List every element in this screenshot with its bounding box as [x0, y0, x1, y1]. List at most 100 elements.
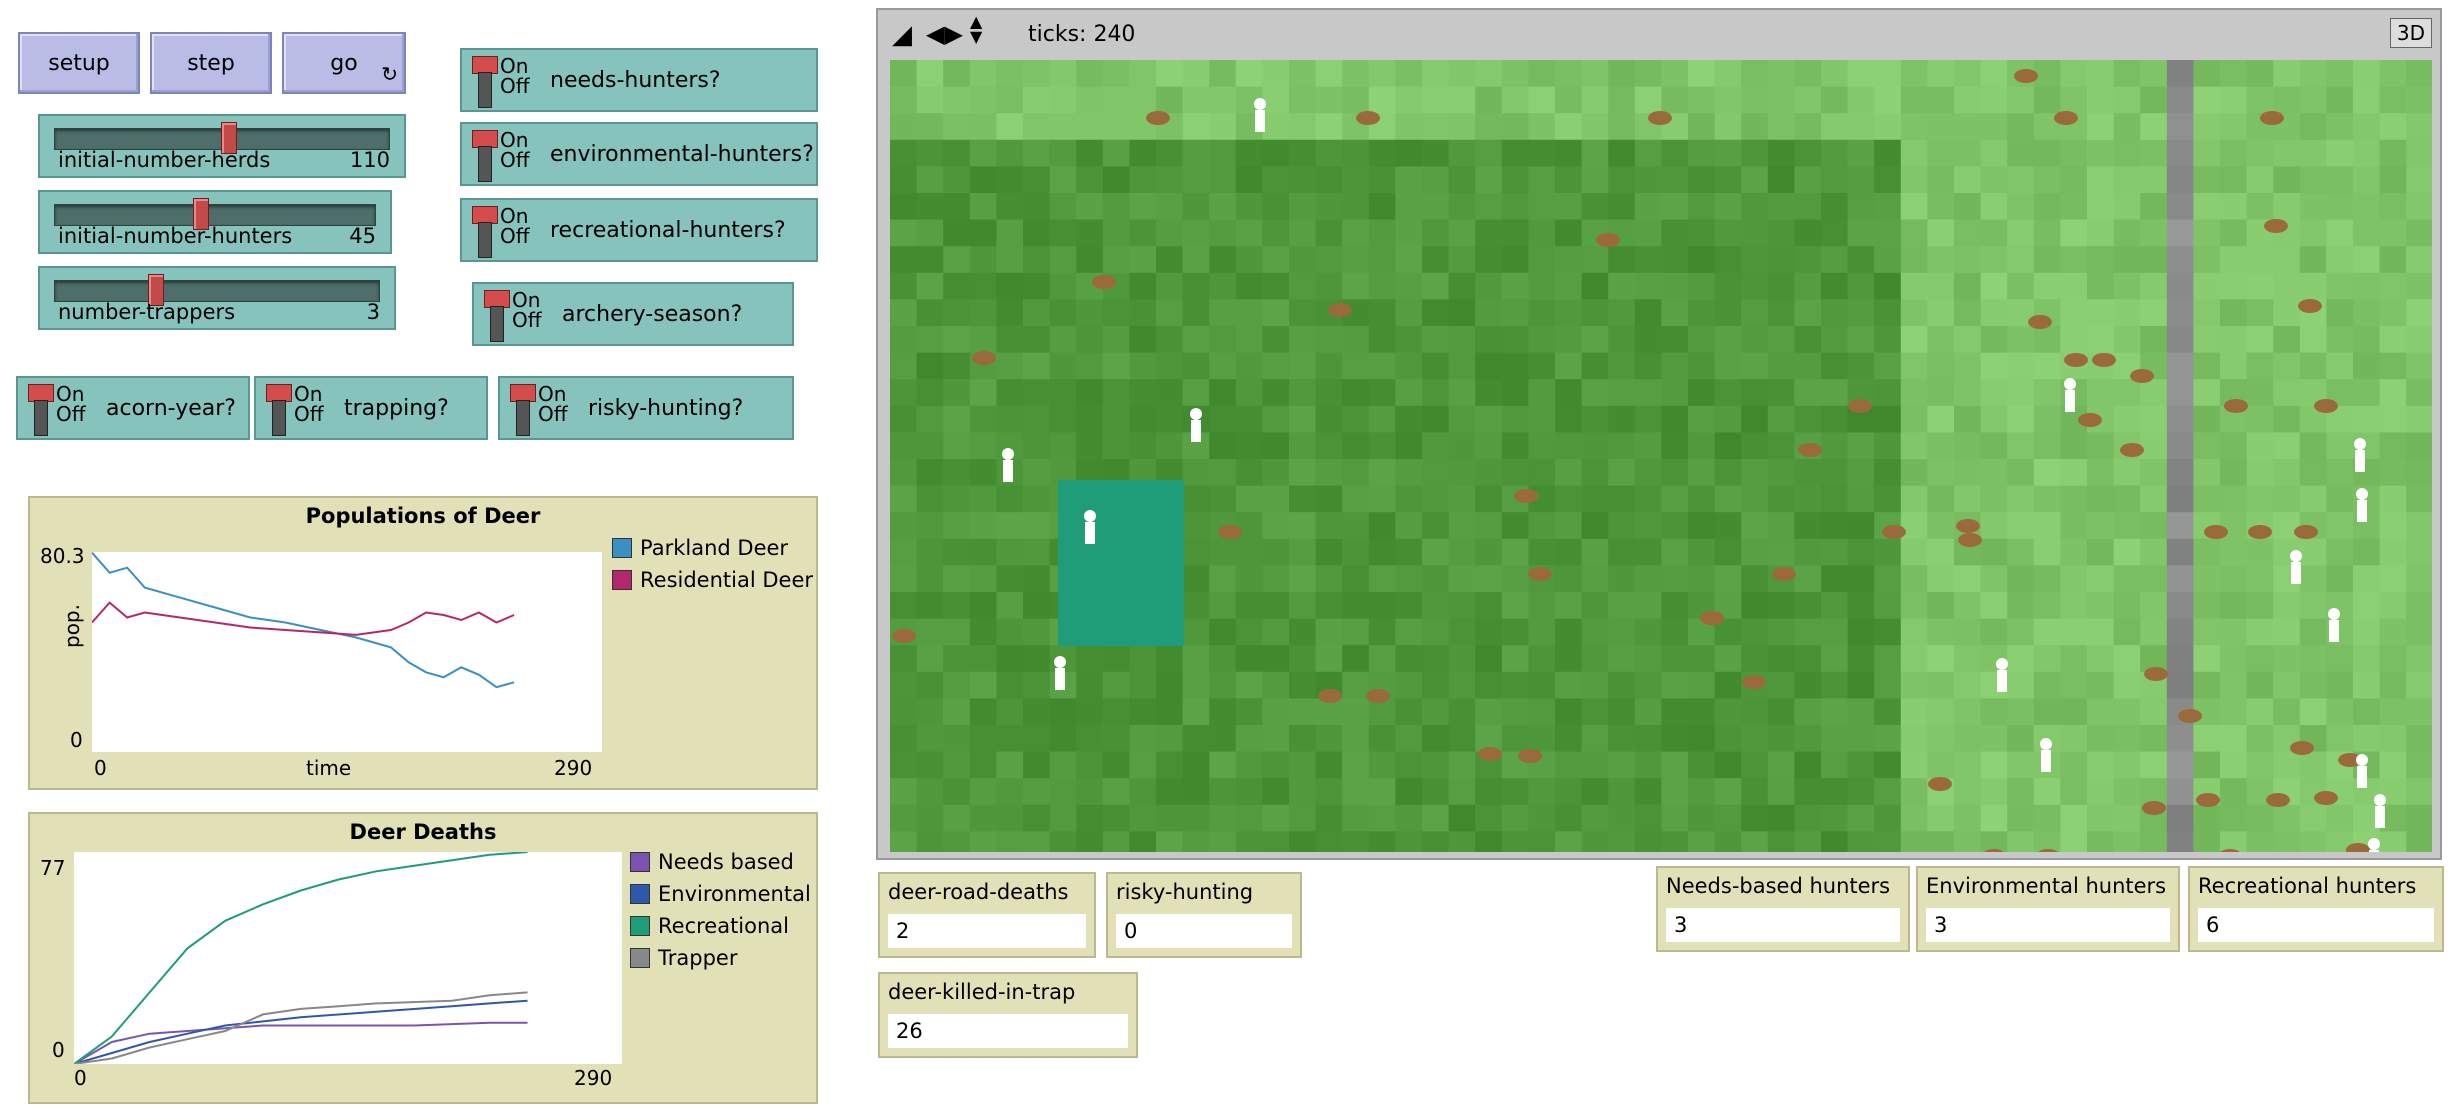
horizontal-arrows-icon[interactable]: ◀▶: [926, 20, 963, 48]
patch: [916, 379, 945, 407]
patch: [1076, 326, 1104, 354]
patch: [1741, 459, 1769, 487]
patch: [2406, 299, 2432, 327]
patch: [2299, 485, 2328, 514]
patch: [1475, 405, 1503, 434]
patch: [2060, 246, 2088, 274]
toggle-knob-icon[interactable]: [266, 384, 292, 436]
patch: [1049, 299, 1078, 327]
patch: [2299, 751, 2328, 780]
patch: [1980, 219, 2009, 248]
patch: [1528, 60, 1556, 88]
patch: [1023, 113, 1051, 141]
slider-value: 45: [349, 224, 376, 248]
patch: [1262, 804, 1290, 833]
switch-environmental-hunters[interactable]: On Off environmental-hunters?: [460, 122, 818, 186]
patch: [1395, 326, 1423, 354]
patch: [2033, 246, 2062, 274]
switch-acorn-year[interactable]: On Off acorn-year?: [16, 376, 250, 440]
setup-button[interactable]: setup: [18, 32, 140, 94]
patch: [1954, 725, 1982, 753]
switch-needs-hunters[interactable]: On Off needs-hunters?: [460, 48, 818, 112]
patch: [1688, 751, 1716, 780]
toggle-knob-icon[interactable]: [472, 56, 498, 108]
patch: [1688, 671, 1716, 700]
patch: [1129, 645, 1157, 673]
switch-recreational-hunters[interactable]: On Off recreational-hunters?: [460, 198, 818, 262]
patch: [943, 113, 971, 141]
vertical-arrows-icon[interactable]: ▲ ▼: [970, 14, 982, 45]
patch: [2140, 326, 2168, 354]
slider-track[interactable]: [54, 280, 380, 302]
patch: [2246, 139, 2275, 168]
patch: [1927, 512, 1955, 540]
switch-trapping[interactable]: On Off trapping?: [254, 376, 488, 440]
patch: [1475, 432, 1503, 460]
patch: [2193, 432, 2221, 460]
slider-track[interactable]: [54, 204, 376, 226]
patch: [1555, 645, 1583, 673]
step-button[interactable]: step: [150, 32, 272, 94]
patch: [2166, 246, 2195, 274]
patch: [2007, 272, 2035, 301]
patch: [1156, 804, 1184, 833]
patch: [1395, 592, 1423, 620]
toggle-knob-icon[interactable]: [472, 206, 498, 258]
patch: [2113, 618, 2142, 647]
go-button[interactable]: go ↻: [282, 32, 406, 94]
patch: [1954, 326, 1982, 354]
patch: [1422, 512, 1450, 540]
patch: [2299, 113, 2328, 141]
hunter-icon: [2354, 438, 2366, 450]
toggle-knob-icon[interactable]: [510, 384, 536, 436]
patch: [1395, 804, 1423, 833]
patch: [2033, 326, 2062, 354]
patch: [1688, 512, 1716, 540]
patch: [2113, 778, 2142, 806]
patch: [1927, 592, 1955, 620]
patch: [2326, 352, 2354, 381]
switch-risky-hunting[interactable]: On Off risky-hunting?: [498, 376, 794, 440]
hunter-body: [1003, 460, 1013, 482]
patch: [1262, 698, 1290, 726]
patch: [2193, 405, 2221, 434]
slider-initial-number-hunters[interactable]: initial-number-hunters 45: [38, 190, 392, 254]
slider-number-trappers[interactable]: number-trappers 3: [38, 266, 396, 330]
patch: [943, 272, 971, 301]
edit-shape-icon[interactable]: ◢: [892, 20, 912, 50]
monitor-value: 2: [888, 914, 1086, 948]
deer-icon: [1218, 525, 1242, 539]
patch: [1395, 512, 1423, 540]
patch: [1209, 751, 1237, 780]
patch: [1023, 139, 1051, 168]
patch: [1741, 352, 1769, 381]
switch-archery-season[interactable]: On Off archery-season?: [472, 282, 794, 346]
patch: [1475, 618, 1503, 647]
world-view[interactable]: ◢ ◀▶ ▲ ▼ ticks: 240 3D: [876, 8, 2442, 860]
patch: [1289, 778, 1317, 806]
3d-button[interactable]: 3D: [2389, 18, 2432, 48]
patch: [943, 645, 971, 673]
toggle-knob-icon[interactable]: [28, 384, 54, 436]
toggle-knob-icon[interactable]: [472, 130, 498, 182]
patch: [1714, 512, 1743, 540]
patch: [1262, 219, 1290, 248]
patch: [890, 86, 918, 115]
patch: [1129, 804, 1157, 833]
toggle-knob-icon[interactable]: [484, 290, 510, 342]
patch: [1129, 193, 1157, 221]
patch: [1262, 193, 1290, 221]
patch: [2273, 671, 2301, 700]
patch: [1076, 352, 1104, 381]
switch-label: needs-hunters?: [550, 67, 721, 93]
hunter-body: [2329, 620, 2339, 642]
patch: [2166, 272, 2195, 301]
patch: [1501, 698, 1530, 726]
patch: [1102, 299, 1131, 327]
patch: [1688, 698, 1716, 726]
patch: [943, 592, 971, 620]
patch: [1847, 618, 1876, 647]
patch: [1555, 326, 1583, 354]
world-canvas[interactable]: [890, 60, 2432, 852]
slider-initial-number-herds[interactable]: initial-number-herds 110: [38, 114, 406, 178]
